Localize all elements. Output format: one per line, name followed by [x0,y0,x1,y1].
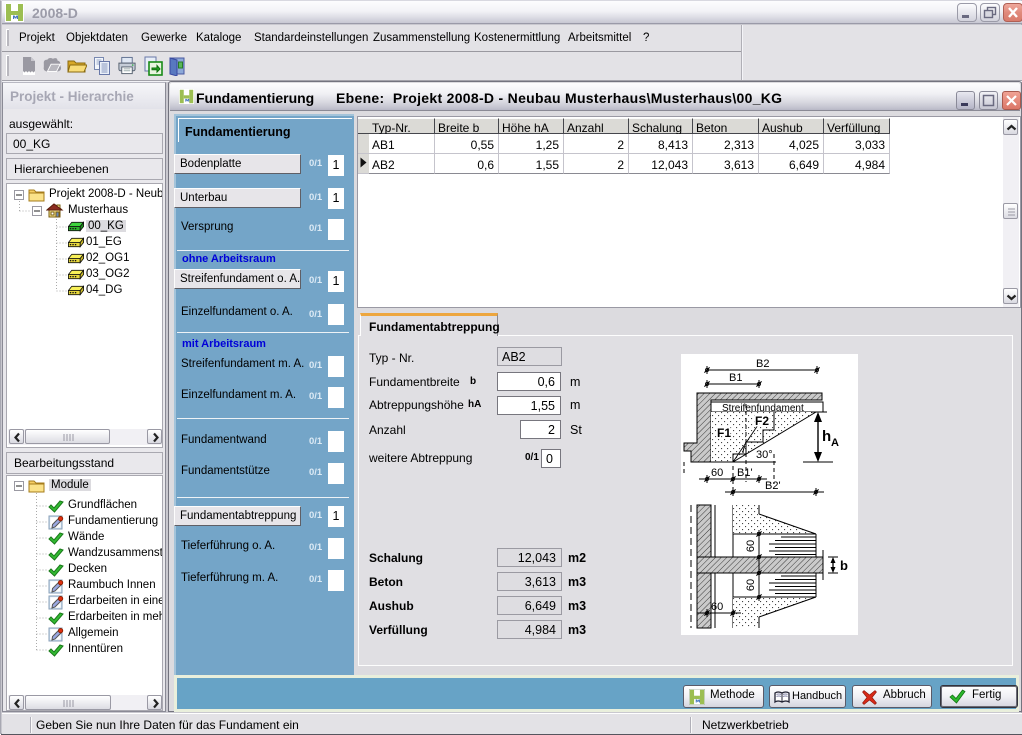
svg-text:F2: F2 [755,414,769,428]
svg-text:b: b [840,558,848,573]
svg-text:B2': B2' [765,480,781,492]
svg-text:60: 60 [745,540,757,552]
svg-text:B1: B1 [729,372,742,384]
svg-text:h: h [822,428,831,445]
svg-text:60: 60 [711,467,723,479]
svg-text:A: A [831,437,839,449]
svg-text:F1: F1 [717,426,731,440]
svg-text:60: 60 [745,579,757,591]
svg-text:B1': B1' [737,467,753,479]
svg-text:B2: B2 [756,358,769,370]
svg-text:30°: 30° [756,449,773,461]
svg-text:60: 60 [711,601,723,613]
